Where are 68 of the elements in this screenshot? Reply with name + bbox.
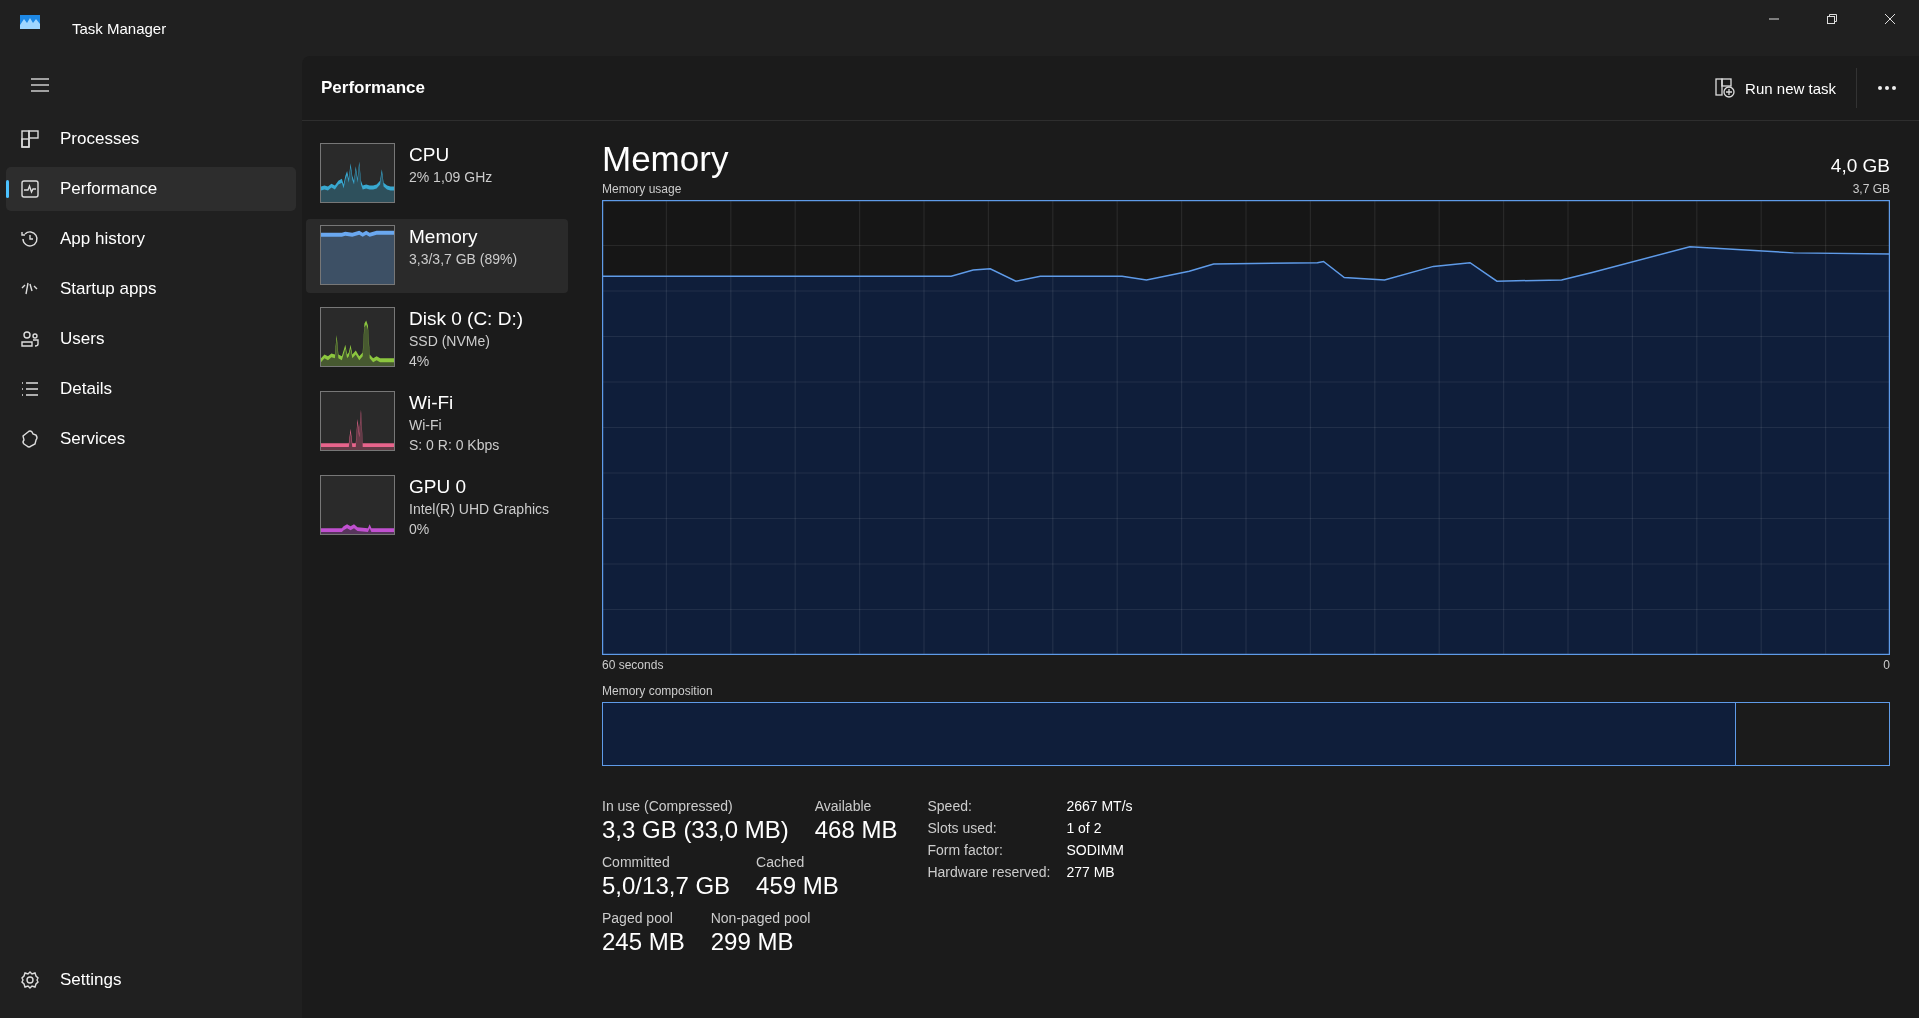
device-name: Wi-Fi [409,391,455,415]
grid-icon [20,129,40,149]
device-item[interactable]: Memory 3,3/3,7 GB (89%) [306,219,568,293]
users-icon [20,329,40,349]
axis-start-label: 60 seconds [602,658,664,672]
restore-icon [1826,13,1838,25]
stat-value: 245 MB [602,928,685,956]
axis-end-label: 0 [1883,658,1890,672]
graph-label: Memory usage [602,182,682,196]
device-detail: Wi-Fi [409,416,443,435]
nav-item[interactable]: Performance [6,167,296,211]
settings-icon [20,970,40,990]
stat-value: 5,0/13,7 GB [602,872,731,900]
close-icon [1884,13,1896,25]
run-new-task-button[interactable]: Run new task [1707,72,1844,104]
window-title: Task Manager [72,19,167,37]
settings-nav-item[interactable]: Settings [6,958,296,1002]
nav-item[interactable]: Services [6,417,296,461]
resource-title: Memory [602,139,729,179]
page-title: Performance [321,78,425,98]
device-name: Disk 0 (C: D:) [409,307,523,331]
spec-value: 1 of 2 [1066,820,1103,836]
app-logo-icon [20,15,40,29]
spec-label: Speed: [927,798,973,814]
stat-value: 3,3 GB (33,0 MB) [602,816,789,844]
add-task-icon [1715,78,1736,98]
stat-value: 468 MB [814,816,898,844]
device-item[interactable]: CPU 2% 1,09 GHz [306,137,568,211]
device-detail: 0% [409,520,431,539]
stat-value: 299 MB [710,928,795,956]
device-item[interactable]: Disk 0 (C: D:) SSD (NVMe) 4% [306,301,568,377]
nav-item[interactable]: Users [6,317,296,361]
stat-label: Non-paged pool [710,910,811,926]
spec-value: 2667 MT/s [1066,798,1133,814]
device-detail: S: 0 R: 0 Kbps [409,436,500,455]
stat-label: Committed [602,854,671,870]
device-item[interactable]: GPU 0 Intel(R) UHD Graphics 0% [306,469,568,545]
nav-item[interactable]: Details [6,367,296,411]
history-icon [20,229,40,249]
list-icon [20,379,40,399]
spec-label: Hardware reserved: [927,864,1051,880]
more-icon [1877,85,1897,91]
device-detail: Intel(R) UHD Graphics [409,500,550,519]
spec-label: Form factor: [927,842,1004,858]
nav-item[interactable]: Startup apps [6,267,296,311]
device-name: GPU 0 [409,475,468,499]
stat-value: 459 MB [756,872,839,900]
spec-value: 277 MB [1066,864,1116,880]
nav-item[interactable]: Processes [6,117,296,161]
menu-icon [31,78,49,92]
pulse-icon [20,179,40,199]
device-detail: 2% 1,09 GHz [409,168,493,187]
device-detail: 3,3/3,7 GB (89%) [409,250,518,269]
device-detail: 4% [409,352,431,371]
stat-label: In use (Compressed) [602,798,734,814]
device-item[interactable]: Wi-Fi Wi-Fi S: 0 R: 0 Kbps [306,385,568,461]
nav-item[interactable]: App history [6,217,296,261]
device-name: Memory [409,225,479,249]
spec-value: SODIMM [1066,842,1125,858]
device-detail: SSD (NVMe) [409,332,491,351]
spec-label: Slots used: [927,820,998,836]
graph-max-label: 3,7 GB [1852,182,1890,196]
total-memory: 4,0 GB [1830,155,1890,177]
stat-label: Cached [756,854,806,870]
device-name: CPU [409,143,451,167]
composition-label: Memory composition [602,684,713,698]
stat-label: Paged pool [602,910,674,926]
stat-label: Available [814,798,873,814]
